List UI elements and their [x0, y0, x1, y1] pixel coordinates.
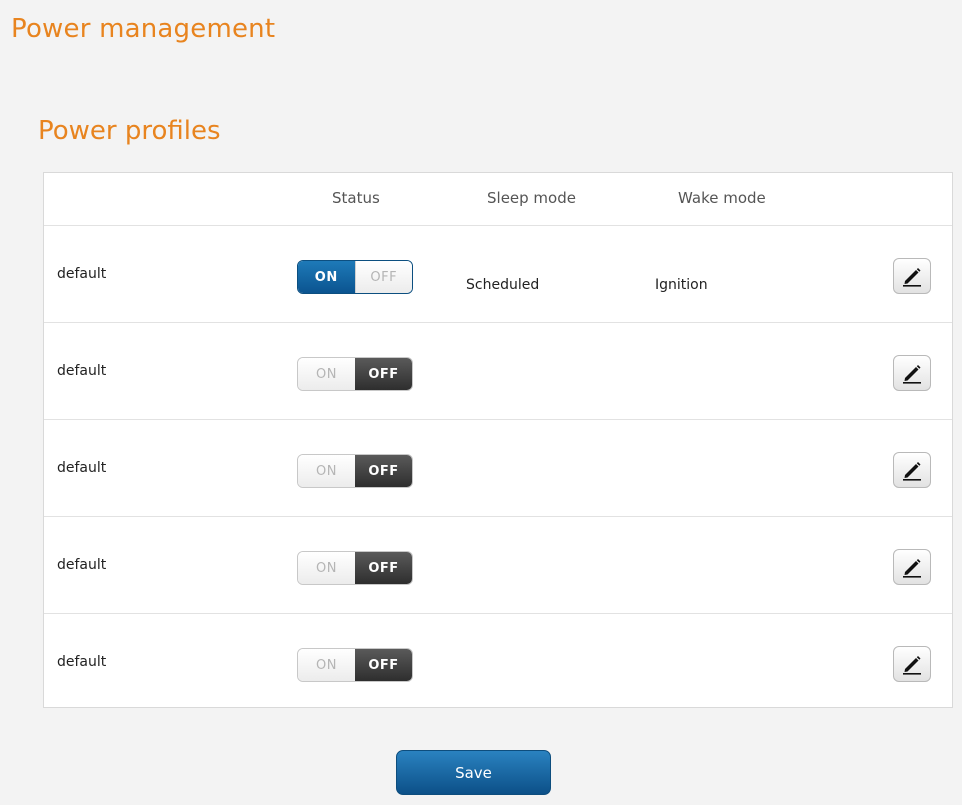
toggle-off-label: OFF	[355, 552, 412, 584]
table-row: default ON OFF Scheduled Ignition	[44, 226, 952, 323]
pencil-icon	[903, 365, 921, 384]
toggle-on-label: ON	[298, 358, 355, 390]
status-toggle[interactable]: ON OFF	[297, 357, 413, 391]
status-toggle[interactable]: ON OFF	[297, 551, 413, 585]
edit-button[interactable]	[893, 258, 931, 294]
table-row: default ON OFF	[44, 614, 952, 710]
profile-name: default	[57, 266, 107, 282]
toggle-on-label: ON	[298, 455, 355, 487]
column-header-sleep-mode: Sleep mode	[487, 189, 576, 207]
edit-button[interactable]	[893, 549, 931, 585]
sleep-mode-value: Scheduled	[466, 277, 540, 293]
table-row: default ON OFF	[44, 323, 952, 420]
status-toggle[interactable]: ON OFF	[297, 260, 413, 294]
toggle-on-label: ON	[298, 552, 355, 584]
pencil-icon	[903, 559, 921, 578]
power-profiles-table: Status Sleep mode Wake mode default ON O…	[43, 172, 953, 708]
toggle-on-label: ON	[298, 649, 355, 681]
profile-name: default	[57, 654, 107, 670]
section-title: Power profiles	[38, 116, 221, 146]
column-header-status: Status	[332, 189, 380, 207]
edit-button[interactable]	[893, 452, 931, 488]
profile-name: default	[57, 557, 107, 573]
table-row: default ON OFF	[44, 420, 952, 517]
toggle-off-label: OFF	[355, 358, 412, 390]
table-header: Status Sleep mode Wake mode	[44, 173, 952, 226]
profile-name: default	[57, 460, 107, 476]
column-header-wake-mode: Wake mode	[678, 189, 766, 207]
toggle-off-label: OFF	[355, 455, 412, 487]
save-button[interactable]: Save	[396, 750, 551, 795]
profile-name: default	[57, 363, 107, 379]
pencil-icon	[903, 462, 921, 481]
status-toggle[interactable]: ON OFF	[297, 648, 413, 682]
pencil-icon	[903, 268, 921, 287]
page-title: Power management	[11, 14, 276, 44]
status-toggle[interactable]: ON OFF	[297, 454, 413, 488]
edit-button[interactable]	[893, 355, 931, 391]
table-row: default ON OFF	[44, 517, 952, 614]
pencil-icon	[903, 656, 921, 675]
toggle-on-label: ON	[298, 261, 355, 293]
wake-mode-value: Ignition	[655, 277, 708, 293]
toggle-off-label: OFF	[355, 649, 412, 681]
toggle-off-label: OFF	[354, 261, 412, 293]
edit-button[interactable]	[893, 646, 931, 682]
